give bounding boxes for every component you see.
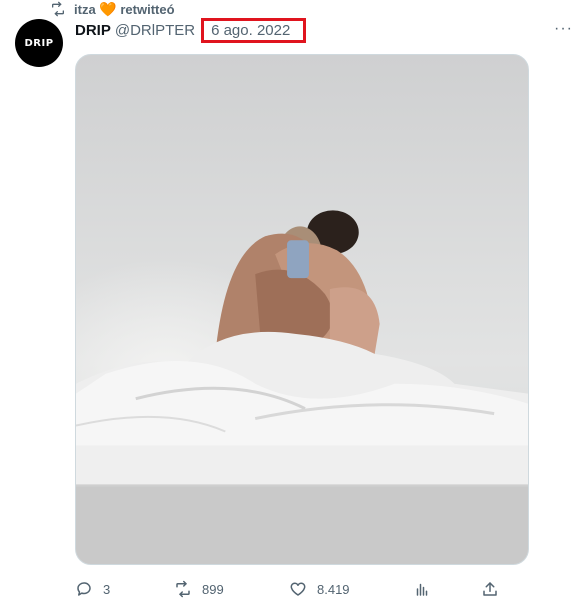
share-button[interactable] xyxy=(481,578,499,600)
user-handle[interactable]: @DRlPTER xyxy=(115,22,195,39)
more-options-icon[interactable]: ··· xyxy=(554,20,573,38)
tweet-header: DRIP @DRlPTER 6 ago. 2022 xyxy=(75,17,307,43)
tweet-actions: 3 899 8.419 xyxy=(75,578,505,600)
tweet-date[interactable]: 6 ago. 2022 xyxy=(211,22,290,39)
heart-icon xyxy=(290,582,306,596)
avatar-logo-text: DRIP xyxy=(24,37,54,49)
tweet-media-photo[interactable] xyxy=(75,54,529,565)
retweet-banner: itza 🧡 retwitteó xyxy=(50,0,175,18)
retweeter-name[interactable]: itza xyxy=(74,2,96,17)
reply-button[interactable]: 3 xyxy=(75,578,110,600)
like-count: 8.419 xyxy=(317,581,350,597)
retweet-action-icon xyxy=(176,580,190,598)
retweet-label: retwitteó xyxy=(120,1,175,17)
retweet-text[interactable]: itza 🧡 retwitteó xyxy=(74,1,175,18)
reply-icon xyxy=(77,582,91,596)
retweet-button[interactable]: 899 xyxy=(174,578,224,600)
photo-illustration xyxy=(76,55,528,564)
tweet-date-highlighted[interactable]: 6 ago. 2022 xyxy=(201,17,307,43)
heart-emoji: 🧡 xyxy=(99,0,117,17)
reply-count: 3 xyxy=(103,581,111,597)
views-button[interactable] xyxy=(413,578,431,600)
analytics-icon xyxy=(416,583,428,596)
display-name[interactable]: DRIP xyxy=(75,22,111,39)
avatar[interactable]: DRIP xyxy=(15,19,63,67)
like-button[interactable]: 8.419 xyxy=(289,578,350,600)
share-icon xyxy=(483,582,497,596)
retweet-count: 899 xyxy=(202,581,224,597)
retweet-icon xyxy=(52,1,64,17)
